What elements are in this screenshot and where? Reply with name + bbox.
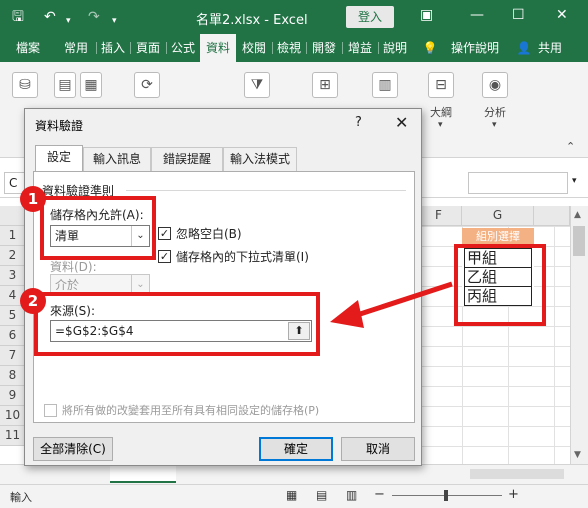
normal-view-icon[interactable]: ▦ (286, 488, 297, 502)
in-cell-dropdown-checkbox[interactable]: ✓ (158, 250, 171, 263)
customize-toolbar-icon[interactable]: ▾ (112, 12, 117, 30)
formula-input[interactable] (468, 172, 568, 194)
row-header[interactable]: 8 (0, 366, 26, 386)
redo-icon: ↷ (88, 9, 100, 25)
zoom-slider-thumb[interactable] (444, 490, 448, 501)
dialog-close-button[interactable]: ✕ (395, 113, 408, 132)
minimize-button[interactable]: — (470, 7, 484, 23)
tab-addins[interactable]: 增益 (344, 34, 376, 62)
annotation-arrow-shaft (353, 281, 453, 319)
in-cell-dropdown-label: 儲存格內的下拉式清單(I) (176, 250, 309, 264)
status-mode: 輸入 (10, 491, 32, 504)
annotation-arrow-head (330, 300, 364, 328)
page-layout-view-icon[interactable]: ▤ (316, 488, 327, 502)
lightbulb-icon: 💡 (422, 41, 438, 55)
dialog-title: 資料驗證 (35, 119, 84, 133)
tab-view[interactable]: 檢視 (274, 34, 304, 62)
outline-group-label: 大綱 (430, 106, 452, 119)
tab-formulas[interactable]: 公式 (168, 34, 198, 62)
row-header[interactable]: 10 (0, 406, 26, 426)
outline-icon[interactable]: ⊟ (428, 72, 454, 98)
from-text-icon[interactable]: ▤ (54, 72, 76, 98)
row-header[interactable]: 6 (0, 326, 26, 346)
share-person-icon: 👤 (516, 41, 532, 55)
sheet-tab-bar (0, 464, 588, 484)
tab-developer[interactable]: 開發 (308, 34, 340, 62)
annotation-badge-1: 1 (20, 186, 46, 212)
row-header[interactable]: 3 (0, 266, 26, 286)
close-button[interactable]: ✕ (556, 7, 568, 23)
login-button[interactable]: 登入 (346, 6, 394, 28)
title-bar: 🖫 ↶ ▾ ↷ ▾ 名單2.xlsx - Excel 登入 ▣ — ☐ ✕ (0, 0, 588, 34)
share-button[interactable]: 共用 (534, 34, 566, 62)
outline-dropdown-icon[interactable]: ▾ (438, 120, 443, 130)
expand-formula-icon[interactable]: ▾ (572, 176, 577, 186)
cancel-button[interactable]: 取消 (341, 437, 415, 461)
apply-all-checkbox (44, 404, 57, 417)
tab-insert[interactable]: 插入 (98, 34, 128, 62)
status-bar: 輸入 ▦ ▤ ▥ − + (0, 484, 588, 508)
window-title: 名單2.xlsx - Excel (196, 13, 308, 28)
row-header[interactable]: 1 (0, 226, 26, 246)
ignore-blank-checkbox[interactable]: ✓ (158, 227, 171, 240)
tab-home[interactable]: 常用 (58, 34, 94, 62)
refresh-all-icon[interactable]: ⟳ (134, 72, 160, 98)
sheet-tab[interactable] (110, 465, 176, 483)
tell-me-search[interactable]: 操作說明 (446, 34, 504, 62)
ignore-blank-label: 忽略空白(B) (176, 227, 242, 241)
annotation-arrow (330, 281, 453, 328)
tab-input-message[interactable]: 輸入訊息 (83, 147, 151, 171)
forecast-icon[interactable]: ▥ (372, 72, 398, 98)
tab-error-alert[interactable]: 錯誤提醒 (151, 147, 223, 171)
clear-all-button[interactable]: 全部清除(C) (33, 437, 113, 461)
data-tools-icon[interactable]: ⊞ (312, 72, 338, 98)
scroll-up-icon[interactable]: ▲ (574, 210, 581, 220)
column-header-h[interactable] (534, 206, 570, 226)
zoom-out-icon[interactable]: − (374, 487, 385, 502)
tab-help[interactable]: 說明 (380, 34, 410, 62)
annotation-box-source (34, 292, 320, 356)
column-header-f[interactable]: F (416, 206, 462, 226)
undo-icon[interactable]: ↶ (44, 8, 56, 26)
row-header[interactable]: 9 (0, 386, 26, 406)
collapse-ribbon-icon[interactable]: ⌃ (566, 140, 575, 153)
analysis-group-label: 分析 (484, 106, 506, 119)
data-label: 資料(D): (50, 260, 97, 274)
analysis-dropdown-icon[interactable]: ▾ (492, 120, 497, 130)
page-break-view-icon[interactable]: ▥ (346, 488, 357, 502)
scroll-down-icon[interactable]: ▼ (574, 450, 581, 460)
row-header[interactable]: 7 (0, 346, 26, 366)
help-button[interactable]: ? (355, 115, 362, 130)
annotation-box-allow (40, 196, 156, 260)
select-all-corner[interactable] (0, 206, 26, 226)
apply-all-label: 將所有做的改變套用至所有具有相同設定的儲存格(P) (62, 404, 320, 417)
maximize-button[interactable]: ☐ (512, 7, 525, 23)
get-data-icon[interactable]: ⛁ (12, 72, 38, 98)
scroll-thumb[interactable] (573, 226, 585, 256)
ribbon-tabs: 檔案 常用 插入 頁面 公式 資料 校閱 檢視 開發 增益 說明 💡 操作說明 … (0, 34, 588, 62)
horizontal-scrollbar[interactable] (470, 469, 564, 479)
tab-review[interactable]: 校閱 (238, 34, 270, 62)
tab-data[interactable]: 資料 (200, 34, 236, 62)
ribbon-display-icon[interactable]: ▣ (420, 7, 433, 23)
undo-dropdown-icon[interactable]: ▾ (66, 12, 71, 30)
row-header[interactable]: 2 (0, 246, 26, 266)
data-select-value: 介於 (55, 278, 80, 292)
row-header[interactable]: 11 (0, 426, 26, 446)
zoom-in-icon[interactable]: + (508, 487, 519, 502)
ok-button[interactable]: 確定 (259, 437, 333, 461)
tab-ime-mode[interactable]: 輸入法模式 (223, 147, 297, 171)
annotation-badge-2: 2 (20, 288, 46, 314)
recent-sources-icon[interactable]: ▦ (80, 72, 102, 98)
save-icon[interactable]: 🖫 (12, 8, 24, 26)
tab-settings[interactable]: 設定 (35, 145, 83, 172)
tab-page-layout[interactable]: 頁面 (132, 34, 164, 62)
sort-filter-icon[interactable]: ⧩ (244, 72, 270, 98)
tab-file[interactable]: 檔案 (8, 34, 48, 62)
analysis-icon[interactable]: ◉ (482, 72, 508, 98)
column-header-g[interactable]: G (462, 206, 534, 226)
